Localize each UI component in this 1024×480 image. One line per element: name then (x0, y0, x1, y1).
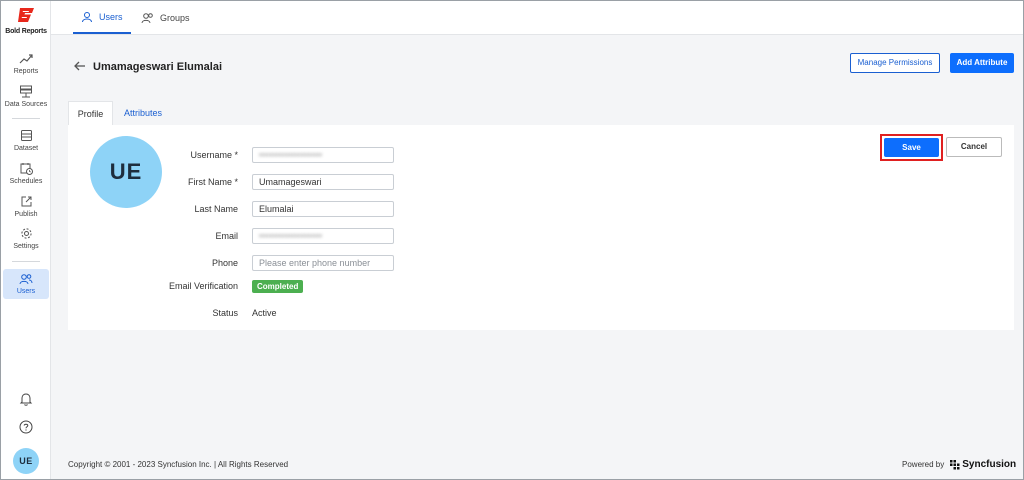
email-verification-badge: Completed (252, 280, 304, 293)
sidebar-item-label: Settings (13, 243, 39, 250)
phone-field[interactable]: Please enter phone number (252, 255, 394, 271)
first-name-label: First Name * (187, 177, 238, 187)
tab-label: Users (99, 11, 123, 22)
tab-profile[interactable]: Profile (68, 101, 113, 125)
user-icon (82, 11, 92, 22)
email-field[interactable]: •••••••••••••••••••• (252, 228, 394, 244)
sidebar-item-publish[interactable]: Publish (3, 195, 49, 218)
username-field[interactable]: •••••••••••••••••••• (252, 147, 394, 163)
trend-line-icon (19, 54, 33, 64)
user-avatar[interactable]: UE (13, 448, 39, 474)
back-arrow-icon[interactable] (72, 58, 88, 74)
sidebar-divider (12, 118, 40, 119)
calendar-clock-icon (20, 163, 33, 175)
powered-by-text: Powered by (902, 460, 945, 469)
manage-permissions-button[interactable]: Manage Permissions (850, 53, 940, 73)
users-icon (19, 274, 33, 285)
last-name-label: Last Name (194, 204, 238, 214)
profile-avatar: UE (90, 136, 162, 208)
sidebar-item-label: Publish (14, 211, 38, 218)
sidebar-item-label: Reports (13, 68, 39, 75)
sidebar-item-settings[interactable]: Settings (3, 227, 49, 250)
footer-copyright: Copyright © 2001 - 2023 Syncfusion Inc. … (68, 460, 289, 469)
sidebar-item-data-sources[interactable]: Data Sources (3, 85, 49, 108)
status-label: Status (212, 308, 238, 318)
sidebar: Bold Reports Reports Data Sources Datase… (1, 1, 51, 479)
group-icon (141, 12, 153, 23)
tab-attributes[interactable]: Attributes (118, 101, 168, 125)
syncfusion-brand: Syncfusion (962, 459, 1017, 470)
email-label: Email (215, 231, 238, 241)
email-verification-label: Email Verification (168, 281, 238, 291)
first-name-field[interactable]: Umamageswari (252, 174, 394, 190)
cancel-button[interactable]: Cancel (946, 137, 1002, 157)
tab-label: Groups (160, 12, 190, 23)
tab-groups[interactable]: Groups (133, 1, 198, 34)
bell-icon[interactable] (18, 391, 34, 407)
tab-users[interactable]: Users (73, 1, 131, 34)
add-attribute-button[interactable]: Add Attribute (950, 53, 1014, 73)
sidebar-item-label: Schedules (9, 178, 43, 185)
top-tab-bar: Users Groups (51, 1, 1023, 35)
status-value: Active (252, 308, 277, 318)
database-icon (20, 85, 32, 98)
save-button[interactable]: Save (884, 138, 939, 157)
publish-icon (21, 196, 31, 207)
sidebar-divider (12, 261, 40, 262)
last-name-field[interactable]: Elumalai (252, 201, 394, 217)
username-label: Username * (190, 150, 238, 160)
help-icon[interactable] (18, 419, 34, 435)
footer-powered-by: Powered by Syncfusion (902, 459, 1016, 470)
syncfusion-logo-icon (950, 459, 960, 469)
sidebar-item-users[interactable]: Users (3, 269, 49, 299)
sidebar-item-dataset[interactable]: Dataset (3, 129, 49, 152)
logo-text: Bold Reports (5, 28, 47, 35)
app-logo[interactable]: Bold Reports (1, 7, 51, 35)
syncfusion-logo[interactable]: Syncfusion (950, 459, 1016, 470)
dataset-icon (20, 130, 32, 141)
phone-label: Phone (211, 258, 238, 268)
bold-reports-logo-icon (18, 8, 34, 22)
sidebar-item-label: Data Sources (4, 101, 48, 108)
sidebar-item-schedules[interactable]: Schedules (3, 162, 49, 185)
gear-icon (20, 228, 32, 239)
sidebar-item-label: Dataset (13, 145, 39, 152)
page-title: Umamageswari Elumalai (93, 61, 223, 73)
sidebar-item-label: Users (16, 288, 36, 295)
sidebar-item-reports[interactable]: Reports (3, 53, 49, 75)
